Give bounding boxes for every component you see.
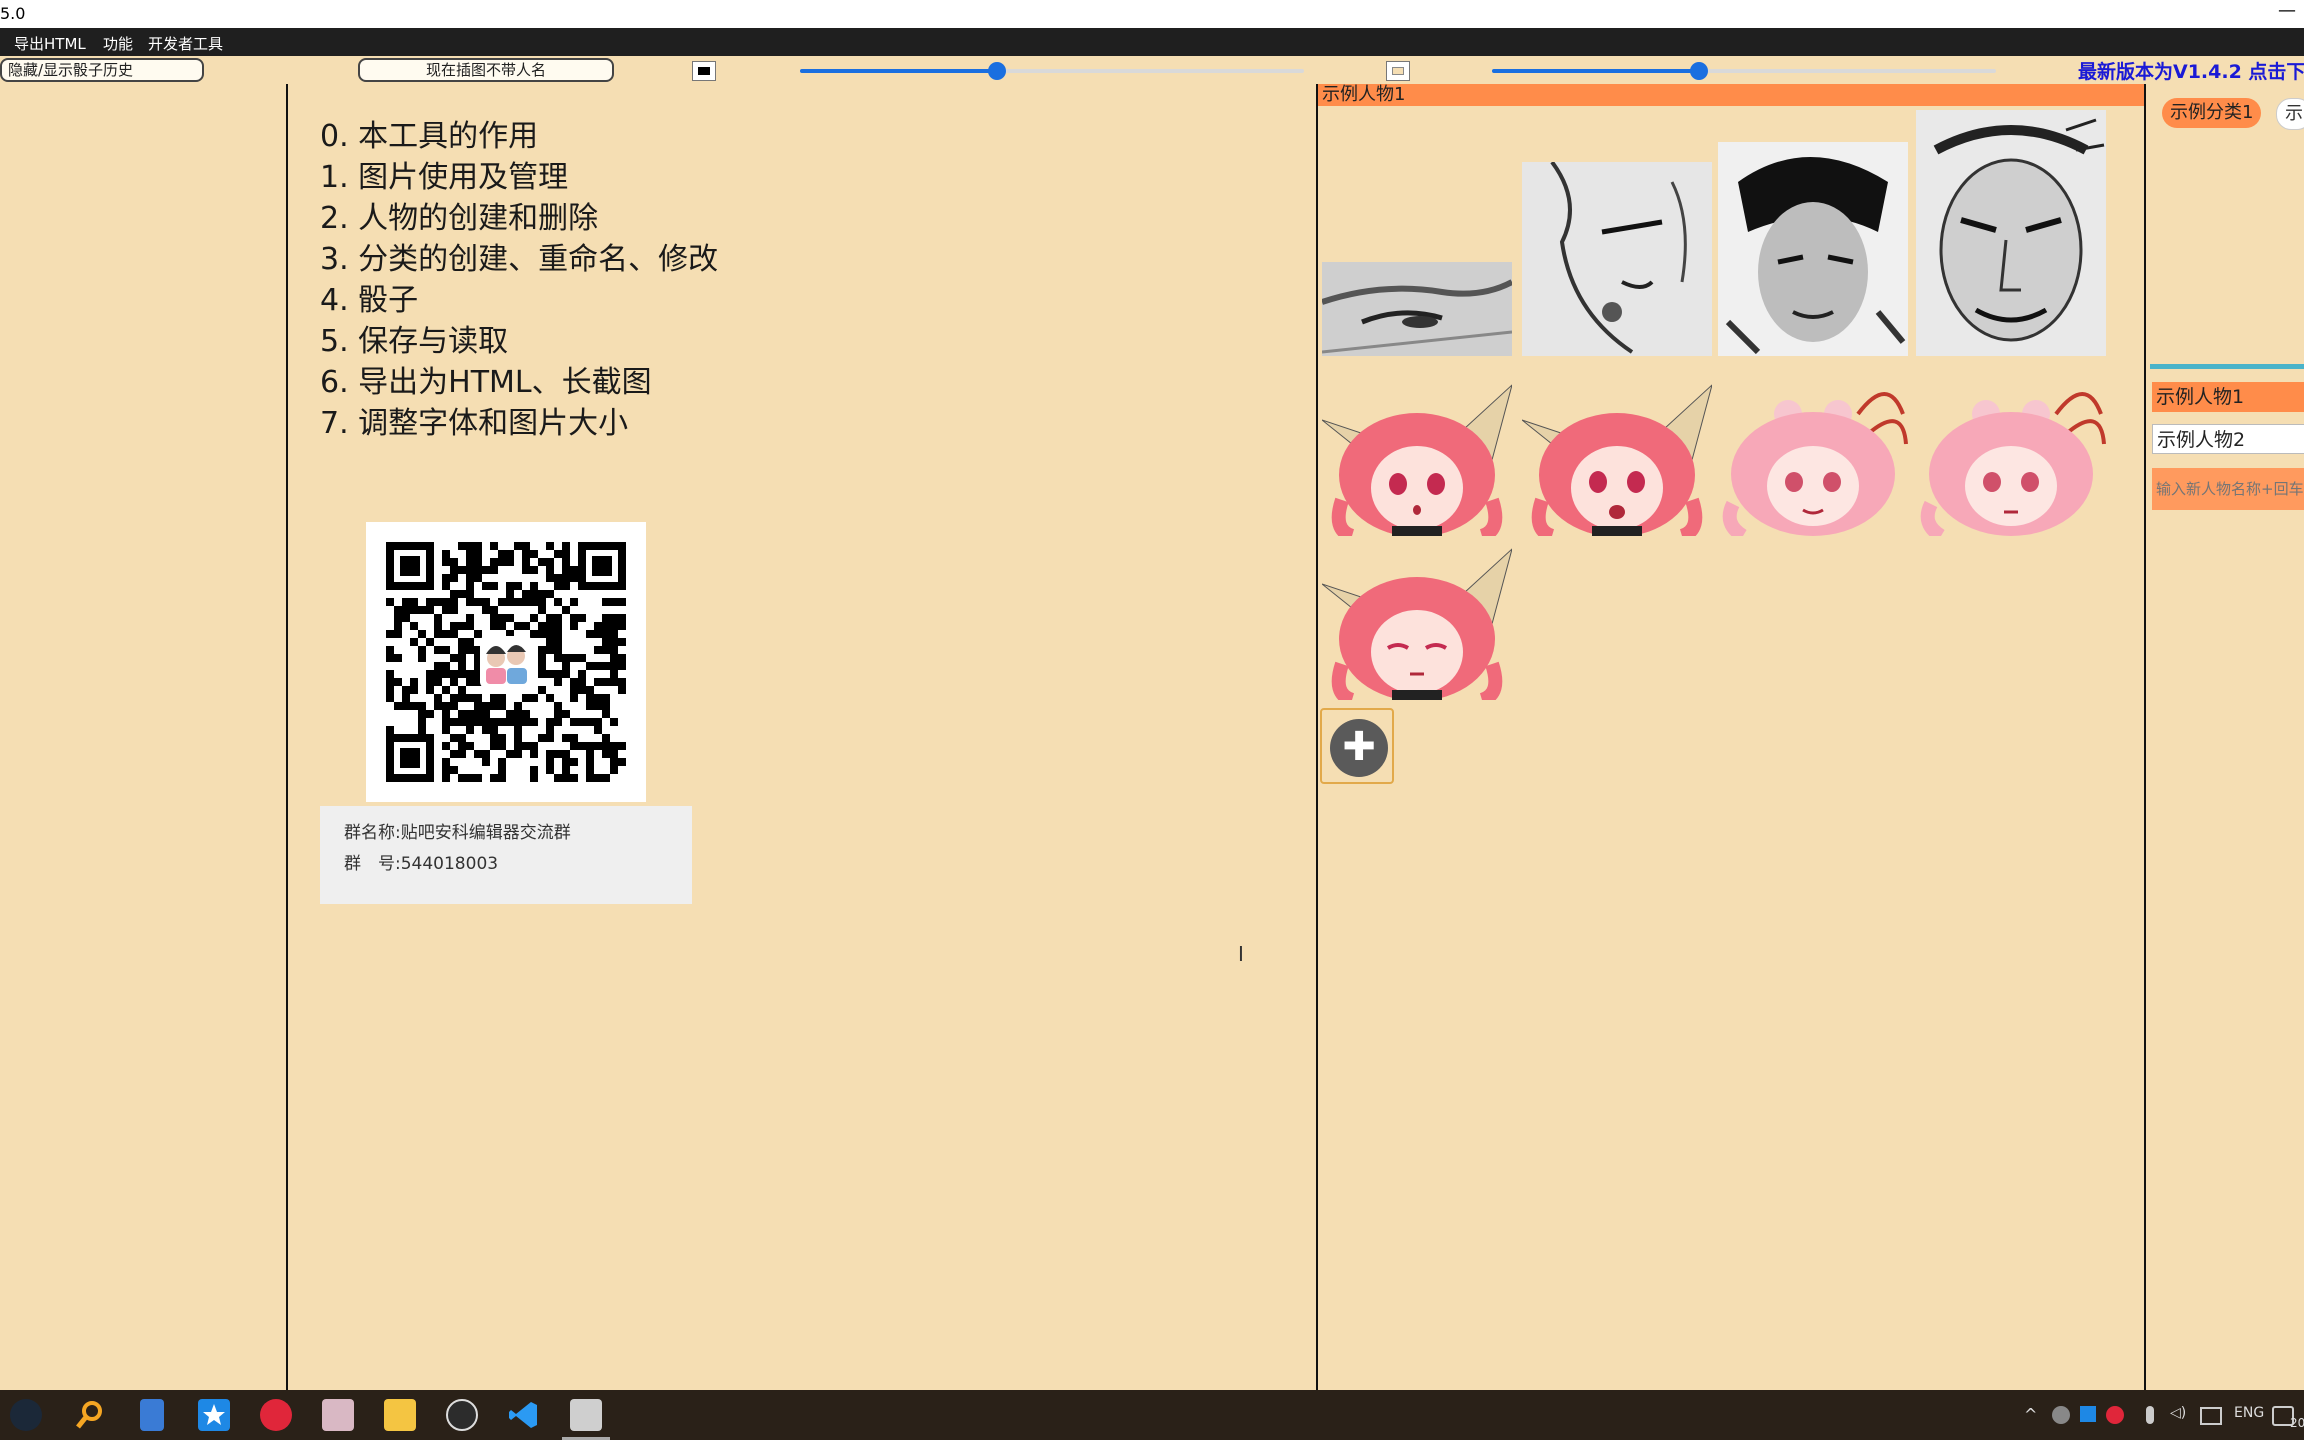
image-thumbnail[interactable]: [1916, 110, 2106, 356]
new-character-input[interactable]: [2152, 468, 2304, 510]
steam-icon[interactable]: [10, 1399, 42, 1431]
star-app-icon[interactable]: [198, 1399, 230, 1431]
color-swatch-icon: [698, 67, 710, 75]
image-thumbnail[interactable]: [1718, 374, 1908, 536]
help-topic[interactable]: 6. 导出为HTML、长截图: [320, 362, 718, 403]
help-topic-list: 0. 本工具的作用 1. 图片使用及管理 2. 人物的创建和删除 3. 分类的创…: [320, 116, 718, 444]
image-thumbnail[interactable]: [1916, 374, 2106, 536]
plus-icon: ✚: [1330, 719, 1388, 777]
netease-music-icon[interactable]: [260, 1399, 292, 1431]
slider-knob[interactable]: [987, 62, 1006, 80]
vscode-icon[interactable]: [508, 1399, 540, 1431]
dice-history-panel: [0, 84, 286, 1390]
tray-steam-icon[interactable]: [2052, 1406, 2070, 1424]
character-header: 示例人物1: [1318, 84, 2144, 106]
editor-panel[interactable]: 0. 本工具的作用 1. 图片使用及管理 2. 人物的创建和删除 3. 分类的创…: [288, 84, 1316, 1390]
help-topic[interactable]: 1. 图片使用及管理: [320, 157, 718, 198]
clock[interactable]: 20: [2290, 1416, 2304, 1430]
image-size-slider[interactable]: [1492, 62, 1996, 80]
background-color-picker[interactable]: [1386, 61, 1410, 81]
menu-functions[interactable]: 功能: [103, 33, 133, 54]
image-thumbnail[interactable]: [1522, 162, 1712, 356]
calculator-icon[interactable]: [140, 1399, 164, 1431]
image-thumbnail[interactable]: [1322, 380, 1512, 536]
qr-code: [366, 522, 646, 802]
panel-divider[interactable]: [2144, 84, 2146, 1390]
search-icon[interactable]: [74, 1399, 106, 1431]
character-item-2[interactable]: 示例人物2: [2152, 424, 2304, 454]
version-update-link[interactable]: 最新版本为V1.4.2 点击下: [2078, 57, 2304, 84]
obs-icon[interactable]: [446, 1399, 478, 1431]
tray-star-icon[interactable]: [2080, 1406, 2096, 1422]
image-thumbnail[interactable]: [1718, 142, 1908, 356]
menu-developer-tools[interactable]: 开发者工具: [148, 33, 223, 54]
character-item-1[interactable]: 示例人物1: [2152, 382, 2304, 412]
menu-bar: 导出HTML 功能 开发者工具: [0, 28, 2304, 56]
language-indicator[interactable]: ENG: [2234, 1405, 2264, 1421]
group-number: 群 号:544018003: [344, 854, 499, 874]
volume-icon[interactable]: ◁): [2170, 1405, 2186, 1421]
window-titlebar: 5.0 —: [0, 0, 2304, 28]
name-toggle-button[interactable]: 现在插图不带人名: [358, 58, 614, 82]
help-topic[interactable]: 3. 分类的创建、重命名、修改: [320, 239, 718, 280]
taskbar: ^ ◁) ENG 20: [0, 1390, 2304, 1440]
help-topic[interactable]: 2. 人物的创建和删除: [320, 198, 718, 239]
group-name: 群名称:贴吧安科编辑器交流群: [344, 823, 571, 843]
color-swatch-icon: [1392, 67, 1404, 75]
group-info-card: 群名称:贴吧安科编辑器交流群 群 号:544018003: [320, 806, 692, 904]
network-icon[interactable]: [2200, 1407, 2222, 1425]
help-topic[interactable]: 4. 骰子: [320, 280, 718, 321]
menu-export-html[interactable]: 导出HTML: [14, 33, 86, 54]
font-color-picker[interactable]: [692, 61, 716, 81]
text-cursor-icon: I: [1238, 942, 1244, 966]
slider-knob[interactable]: [1689, 62, 1708, 80]
window-title: 5.0: [0, 4, 26, 23]
category-tab[interactable]: 示: [2276, 98, 2304, 130]
toggle-dice-history-button[interactable]: 隐藏/显示骰子历史: [0, 58, 204, 82]
help-topic[interactable]: 0. 本工具的作用: [320, 116, 718, 157]
font-size-slider[interactable]: [800, 62, 1304, 80]
category-tab[interactable]: 示例分类1: [2162, 98, 2262, 128]
file-explorer-icon[interactable]: [384, 1399, 416, 1431]
image-thumbnail[interactable]: [1322, 544, 1512, 700]
help-topic[interactable]: 7. 调整字体和图片大小: [320, 403, 718, 444]
image-thumbnail[interactable]: [1522, 380, 1712, 536]
toolbar: 隐藏/显示骰子历史 现在插图不带人名: [0, 56, 2304, 84]
minimize-button[interactable]: —: [2278, 0, 2296, 21]
microphone-icon[interactable]: [2146, 1406, 2154, 1424]
tray-chevron-icon[interactable]: ^: [2024, 1405, 2037, 1424]
photo-app-icon[interactable]: [322, 1399, 354, 1431]
editor-app-icon[interactable]: [562, 1399, 610, 1440]
image-thumbnail[interactable]: [1322, 262, 1512, 356]
section-divider: [2150, 364, 2304, 369]
help-topic[interactable]: 5. 保存与读取: [320, 321, 718, 362]
character-sidebar: 示例分类1 示: [2148, 84, 2304, 1390]
add-image-button[interactable]: ✚: [1320, 708, 1394, 784]
tray-music-icon[interactable]: [2106, 1406, 2124, 1424]
